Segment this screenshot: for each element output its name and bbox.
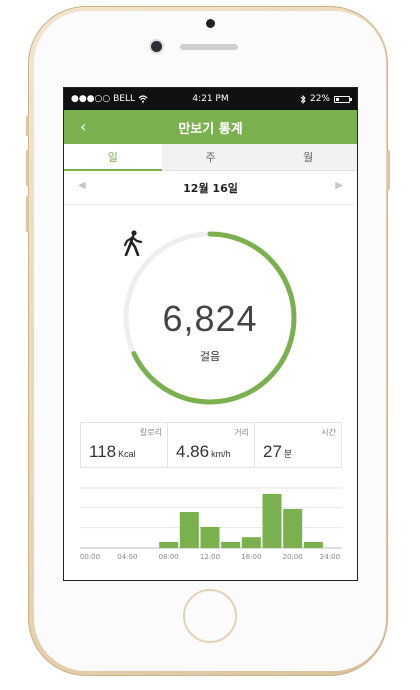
side-button-mute <box>26 116 29 136</box>
bluetooth-icon <box>300 94 306 104</box>
walking-person-icon <box>123 230 143 256</box>
stat-calories-value-group: 118 Kcal <box>89 442 136 462</box>
battery-percent: 22% <box>309 94 330 104</box>
period-tabs: 일 주 월 <box>64 144 357 171</box>
chart-bar-10:00 <box>179 512 199 548</box>
chart-tick-label: 00:00 <box>80 553 100 561</box>
triangle-left-icon[interactable]: ◀ <box>78 180 86 191</box>
step-count: 6,824 <box>162 298 258 339</box>
chart-tick-label: 20:00 <box>283 553 303 561</box>
chevron-left-icon[interactable]: ‹ <box>80 117 86 136</box>
stat-time-unit: 분 <box>283 449 293 459</box>
step-unit-label: 걸음 <box>199 350 221 363</box>
stat-calories-unit: Kcal <box>118 449 136 459</box>
side-button-volume-down <box>26 196 29 232</box>
chart-bar-08:00 <box>159 542 179 548</box>
stat-calories-value: 118 <box>89 442 117 461</box>
chart-bar-12:00 <box>200 527 220 548</box>
stat-distance-value: 4.86 <box>176 442 210 461</box>
current-date: 12월 16일 <box>183 181 238 195</box>
hourly-steps-chart: 00:00 04:00 08:00 12:00 16:00 20:00 24:00 <box>80 487 342 561</box>
chart-tick-label: 04:00 <box>117 553 137 561</box>
stat-distance-label: 거리 <box>234 428 249 437</box>
chart-bar-22:00 <box>303 542 323 548</box>
step-progress-ring: 6,824 걸음 <box>122 230 298 406</box>
chart-bar-16:00 <box>241 537 261 548</box>
chart-tick-label: 08:00 <box>159 553 179 561</box>
chart-tick-label: 16:00 <box>241 553 261 561</box>
stat-time-value-group: 27 분 <box>263 442 292 462</box>
chart-bar-20:00 <box>283 509 303 548</box>
stat-calories-label: 칼로리 <box>139 428 162 437</box>
tab-month[interactable]: 월 <box>259 144 357 170</box>
stat-distance: 거리 4.86 km/h <box>168 423 255 467</box>
status-bar: ●●●○○ BELL 4:21 PM 22% <box>64 88 357 110</box>
app-header: ‹ 만보기 통계 <box>64 110 357 144</box>
stat-distance-unit: km/h <box>211 449 231 459</box>
triangle-right-icon[interactable]: ▶ <box>335 180 343 191</box>
stats-panel: 칼로리 118 Kcal 거리 4.86 km/h 시간 27 분 <box>80 422 342 468</box>
chart-bar-14:00 <box>221 542 241 548</box>
tab-week[interactable]: 주 <box>162 144 260 170</box>
home-button[interactable] <box>183 589 237 643</box>
app-screen: ●●●○○ BELL 4:21 PM 22% ‹ 만보기 통계 일 주 월 ◀ … <box>63 87 358 581</box>
side-button-power <box>387 150 390 190</box>
sensor-icon <box>206 19 215 28</box>
wifi-icon <box>138 95 148 103</box>
carrier-label: ●●●○○ BELL <box>71 94 136 104</box>
front-camera-icon <box>151 41 162 52</box>
page-title: 만보기 통계 <box>178 121 243 137</box>
stat-time-label: 시간 <box>321 428 336 437</box>
battery-icon <box>334 95 352 103</box>
stat-calories: 칼로리 118 Kcal <box>81 423 168 467</box>
chart-bar-18:00 <box>262 494 282 548</box>
stat-distance-value-group: 4.86 km/h <box>176 442 231 462</box>
date-navigator: ◀ 12월 16일 ▶ <box>64 171 357 205</box>
tab-day[interactable]: 일 <box>64 144 162 171</box>
stat-time: 시간 27 분 <box>255 423 341 467</box>
speaker-grille <box>180 44 238 50</box>
chart-tick-label: 24:00 <box>320 553 340 561</box>
chart-tick-label: 12:00 <box>200 553 220 561</box>
stat-time-value: 27 <box>263 442 282 461</box>
side-button-volume-up <box>26 150 29 186</box>
